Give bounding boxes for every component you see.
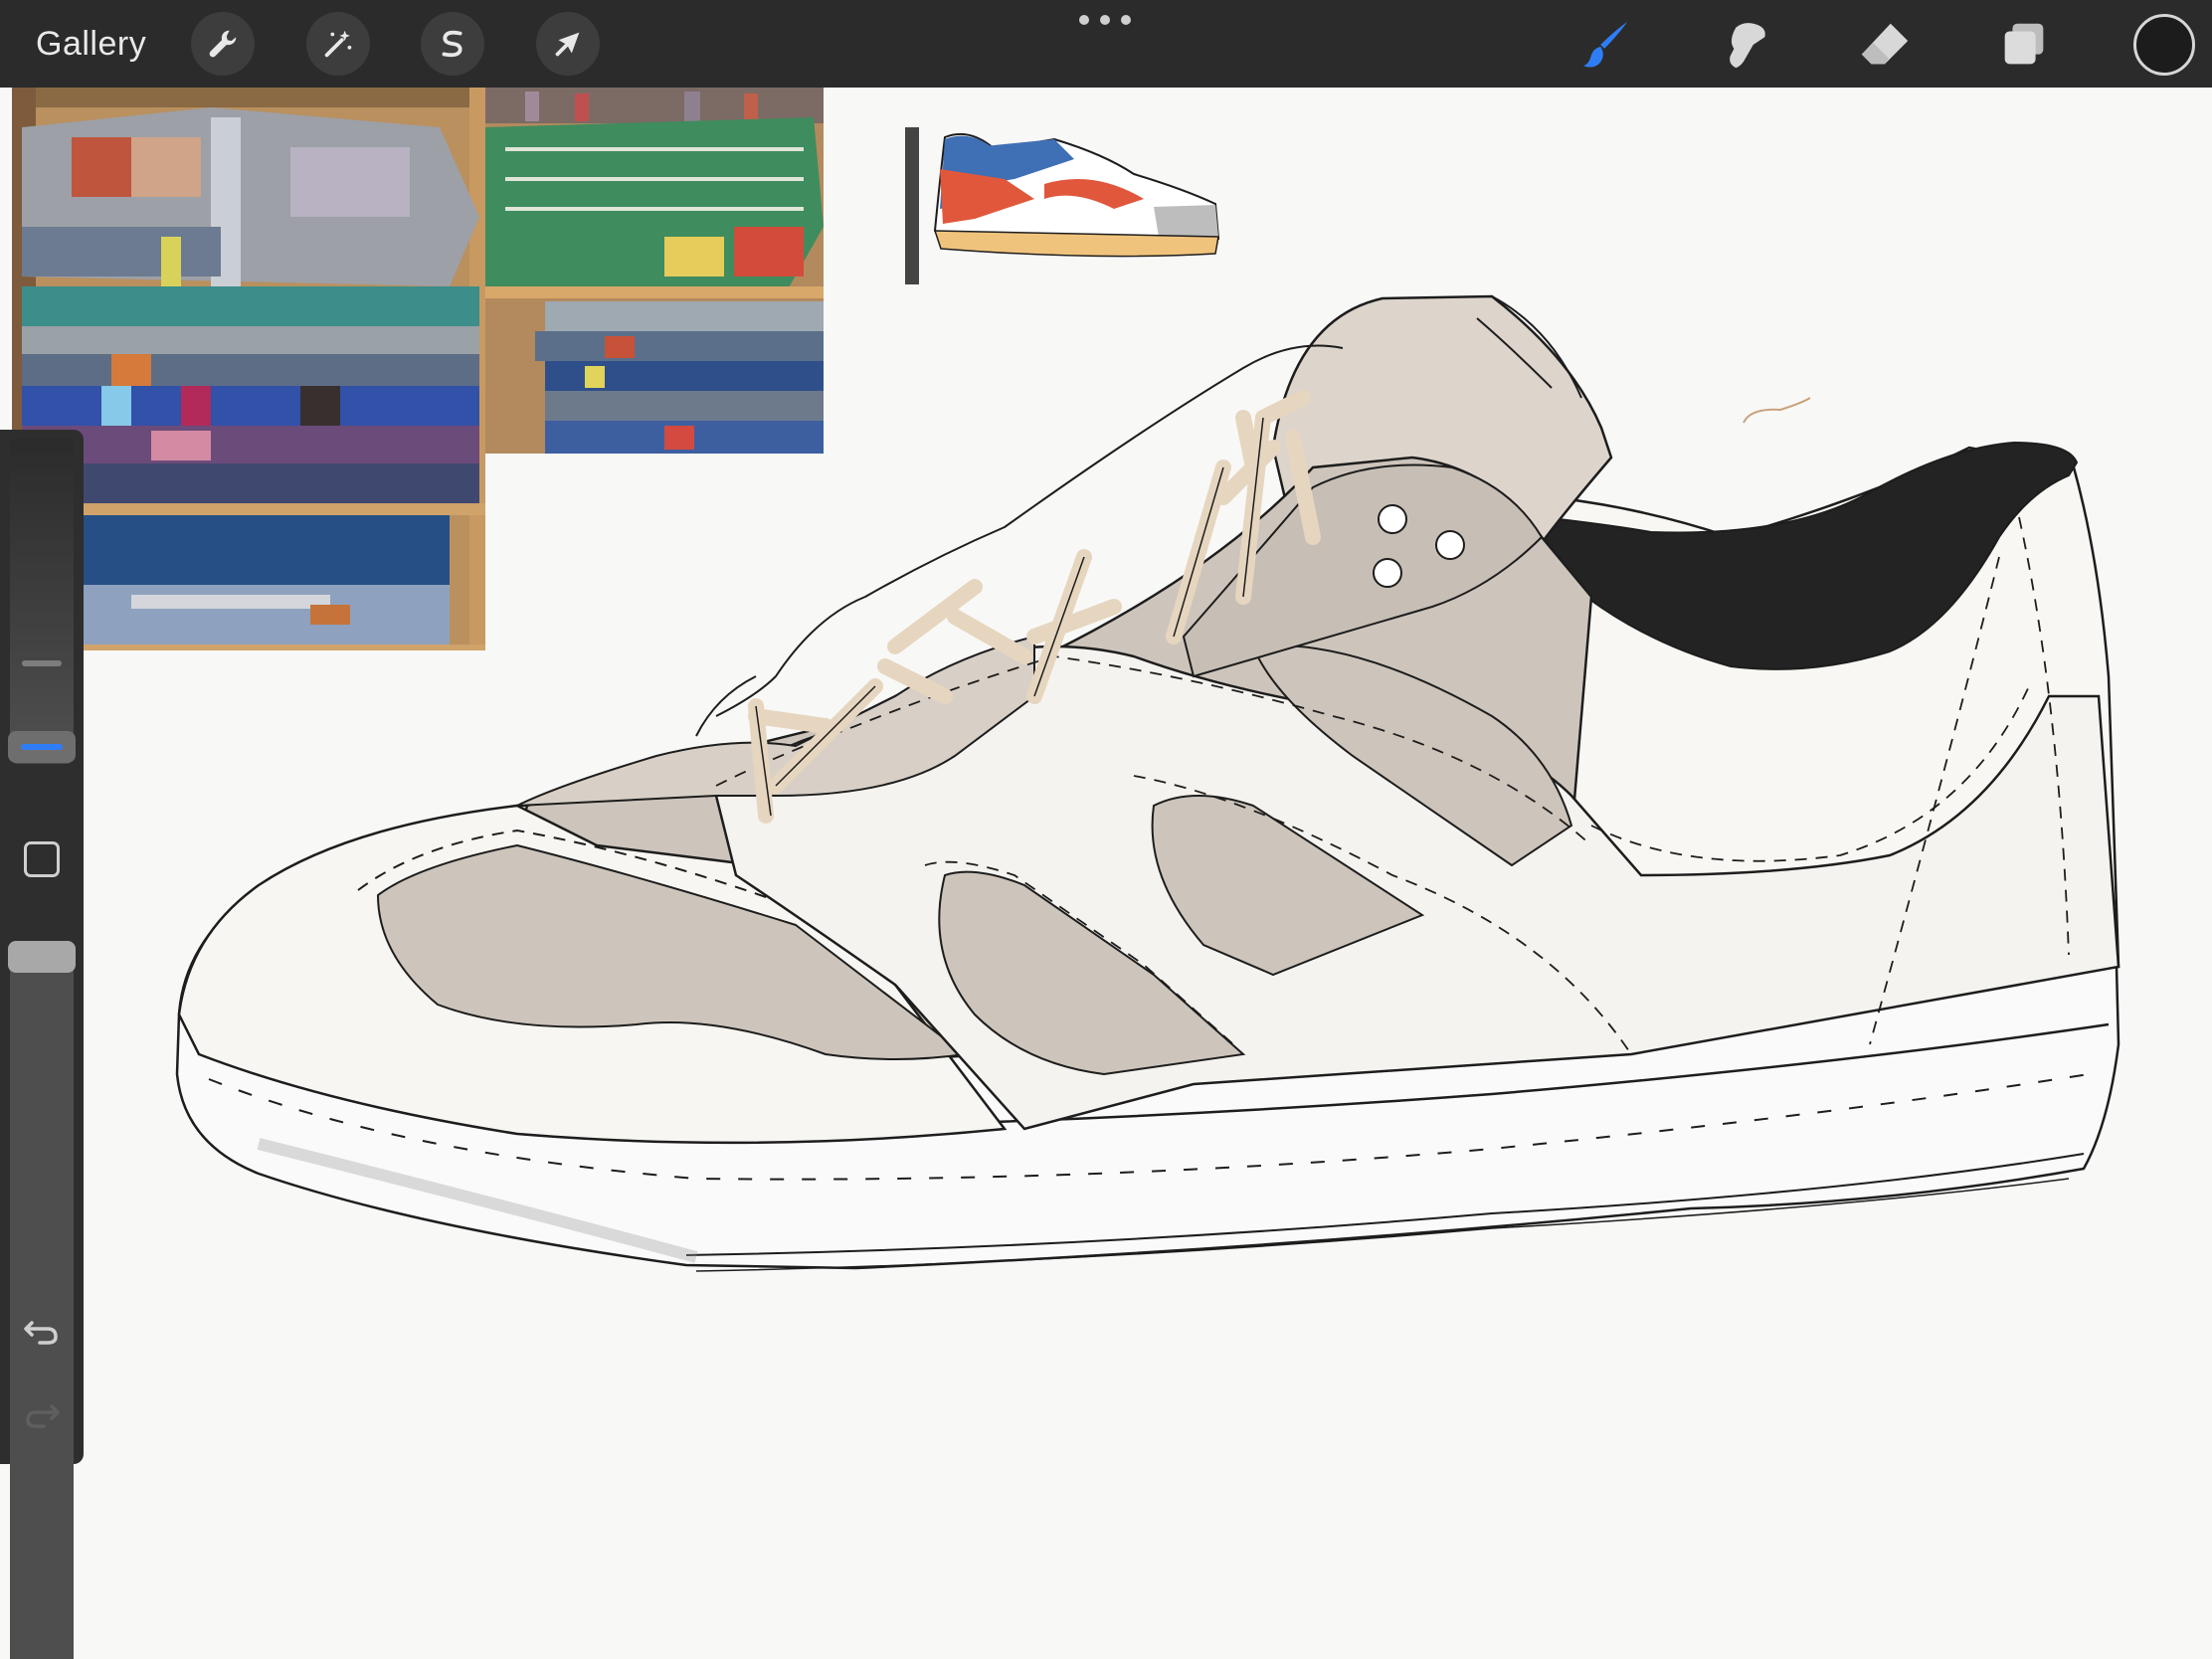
actions-button[interactable] — [191, 12, 255, 76]
layers-button[interactable] — [1993, 14, 2055, 76]
smudge-icon — [1730, 23, 1765, 69]
redo-icon[interactable] — [20, 1392, 64, 1432]
brush-size-thumb[interactable] — [8, 731, 76, 763]
wrench-icon — [209, 30, 237, 58]
gallery-button[interactable]: Gallery — [36, 20, 146, 68]
opacity-slider[interactable] — [10, 941, 74, 1659]
arrow-cursor-icon — [555, 32, 580, 57]
more-dots-icon[interactable] — [1079, 10, 1131, 30]
layers-icon — [2004, 23, 2044, 65]
slider-tick — [22, 660, 62, 666]
procreate-app: Gallery — [0, 0, 2212, 1659]
transform-button[interactable] — [536, 12, 600, 76]
brush-size-slider[interactable] — [10, 438, 74, 764]
adjustments-button[interactable] — [306, 12, 370, 76]
undo-icon[interactable] — [20, 1309, 64, 1349]
top-toolbar: Gallery — [0, 0, 2212, 88]
brush-icon — [1582, 21, 1628, 68]
left-sidebar — [0, 430, 84, 1659]
color-swatch[interactable] — [2133, 14, 2195, 76]
brush-button[interactable] — [1577, 14, 1639, 76]
square-modify-icon[interactable] — [24, 841, 60, 877]
selection-button[interactable] — [421, 12, 484, 76]
eraser-button[interactable] — [1854, 14, 1916, 76]
smudge-button[interactable] — [1715, 14, 1776, 76]
magic-wand-icon — [324, 30, 352, 58]
opacity-thumb[interactable] — [8, 941, 76, 973]
selection-s-icon — [442, 30, 462, 58]
eraser-icon — [1861, 23, 1909, 65]
green-blanket-shelf-photo[interactable] — [485, 88, 824, 454]
